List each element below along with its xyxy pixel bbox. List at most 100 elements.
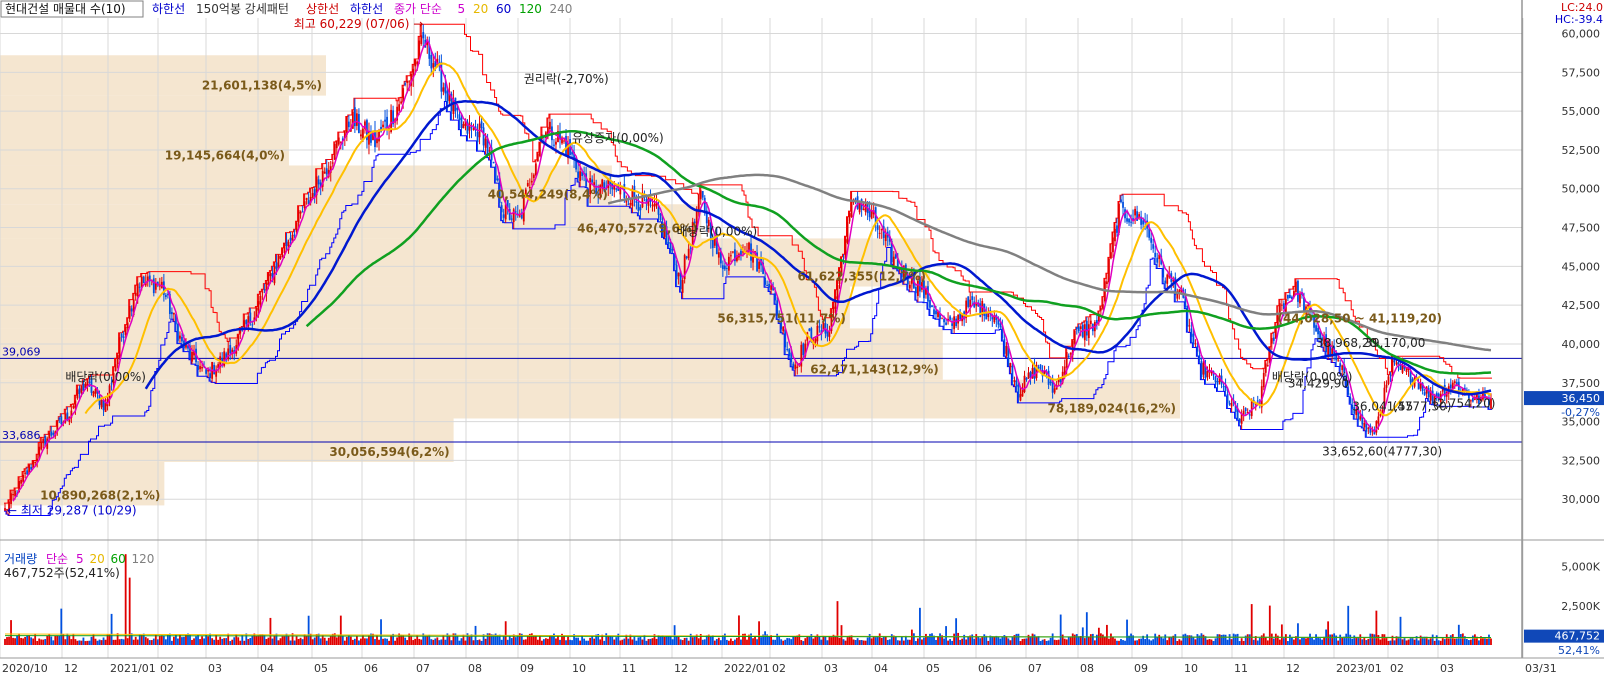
volume-bar: [659, 636, 662, 645]
volume-bar: [1017, 633, 1020, 645]
volume-bar: [1467, 640, 1470, 645]
volume-bar: [635, 640, 638, 645]
candle-body: [553, 144, 555, 146]
candle-body: [1128, 218, 1130, 223]
volume-bar: [44, 639, 47, 645]
candle-body: [94, 388, 97, 394]
candle-body: [1166, 274, 1169, 284]
candle-body: [1019, 394, 1022, 401]
volume-bar: [1093, 640, 1096, 645]
x-axis-tick-label: 04: [260, 662, 274, 675]
chart-canvas[interactable]: 39,069 33,686 21,601,138(4,5%) 19,145,664(…: [0, 0, 1604, 676]
volume-bar: [1053, 639, 1056, 645]
candle-body: [1025, 377, 1028, 380]
volume-bar: [605, 633, 608, 645]
candle-body: [1120, 199, 1122, 203]
volume-bar: [32, 638, 35, 645]
candle-body: [1154, 252, 1157, 257]
volume-bar: [703, 639, 706, 645]
volume-bar: [432, 639, 435, 645]
volume-bar: [1081, 627, 1084, 645]
volume-bar: [1327, 621, 1330, 645]
candle-body: [639, 207, 642, 211]
volume-bar: [880, 637, 883, 645]
volume-bar: [1361, 639, 1364, 645]
volume-bar: [392, 633, 394, 645]
event-annotation: 유상증자(0,00%): [572, 131, 664, 145]
volume-bar: [150, 640, 153, 645]
candle-body: [782, 326, 785, 332]
volume-bar: [1097, 627, 1100, 645]
volume-bar: [1482, 638, 1484, 645]
candle-body: [142, 276, 145, 284]
volume-bar: [631, 639, 634, 645]
volume-profile-bar: [0, 238, 930, 287]
candle-body: [1099, 307, 1102, 311]
volume-bar: [772, 639, 775, 645]
volume-bar: [102, 637, 105, 645]
volume-bar: [279, 638, 282, 645]
volume-bar: [1206, 639, 1209, 645]
candle-body: [116, 355, 119, 365]
volume-bar: [74, 639, 77, 645]
volume-bar: [1001, 636, 1004, 645]
volume-bar: [243, 640, 246, 645]
volume-bar: [80, 640, 83, 645]
candle-body: [512, 209, 515, 223]
volume-bar: [42, 639, 45, 645]
candle-body: [442, 87, 445, 92]
volume-bar: [904, 635, 907, 645]
volume-bar: [1351, 638, 1354, 645]
volume-bar: [870, 638, 873, 645]
price-axis-tick-label: 57,500: [1562, 66, 1601, 79]
candle-body: [635, 200, 638, 203]
volume-bar: [1465, 639, 1468, 645]
volume-bar: [665, 636, 668, 645]
volume-bar: [237, 637, 240, 645]
volume-legend-item: 60: [111, 552, 126, 566]
volume-bar: [790, 639, 793, 645]
candle-body: [480, 121, 483, 129]
volume-bar: [1067, 637, 1070, 645]
volume-bar: [727, 640, 730, 645]
volume-bar: [1272, 638, 1275, 645]
volume-bar: [20, 637, 22, 645]
volume-bar: [1443, 639, 1446, 645]
x-axis-tick-label: 03: [208, 662, 222, 675]
candle-body: [128, 305, 131, 319]
volume-bar: [1150, 640, 1153, 645]
candle-body: [205, 369, 207, 374]
volume-bar: [1220, 634, 1223, 645]
volume-bar: [24, 636, 27, 645]
volume-bar: [104, 639, 107, 645]
x-axis-tick-label: 11: [1234, 662, 1248, 675]
candle-body: [1337, 359, 1340, 361]
candle-body: [727, 256, 730, 271]
candle-body: [22, 474, 25, 482]
candle-body: [1152, 244, 1155, 249]
candle-body: [1289, 294, 1291, 299]
volume-bar: [84, 641, 87, 645]
volume-bar: [380, 619, 382, 645]
volume-bar: [756, 639, 758, 645]
candle-body: [1188, 325, 1191, 327]
volume-bar: [902, 640, 905, 645]
candle-body: [1389, 374, 1392, 376]
volume-bar: [1309, 633, 1311, 645]
volume-bar: [633, 636, 636, 645]
candle-body: [818, 326, 821, 328]
candle-body: [251, 324, 254, 326]
candle-body: [4, 508, 6, 511]
candle-body: [1053, 388, 1056, 393]
volume-bar: [551, 636, 553, 645]
candle-body: [884, 234, 887, 241]
volume-bar: [146, 638, 149, 645]
volume-bar: [444, 639, 447, 645]
candle-body: [118, 337, 121, 359]
event-annotation: 34,429,90: [1288, 376, 1349, 390]
candle-body: [1192, 333, 1195, 345]
volume-bar: [329, 636, 332, 645]
volume-bar: [1218, 634, 1221, 645]
volume-bar: [1274, 633, 1277, 645]
candle-body: [786, 348, 789, 350]
